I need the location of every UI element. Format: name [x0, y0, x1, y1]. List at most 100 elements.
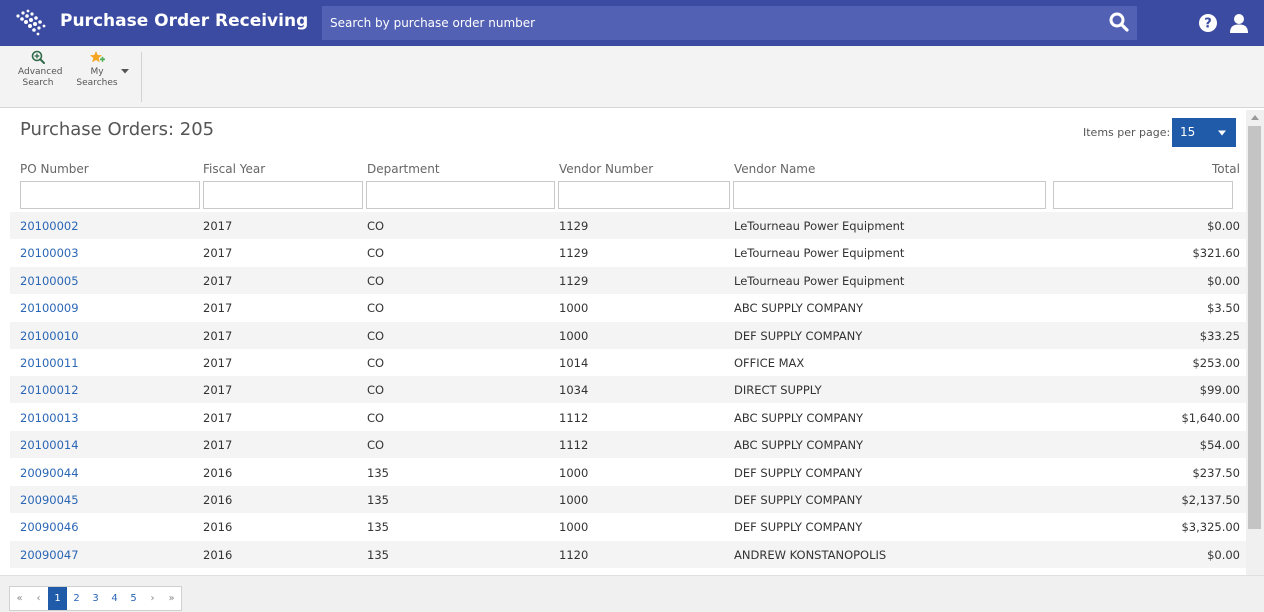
- po-number-link[interactable]: 20100014: [20, 438, 79, 452]
- search-icon[interactable]: [1107, 10, 1131, 34]
- vendor-number-cell: 1034: [559, 383, 589, 398]
- po-number-link[interactable]: 20090047: [20, 548, 79, 562]
- scroll-up-icon[interactable]: [1250, 113, 1260, 123]
- vendor-name-cell: ANDREW KONSTANOPOLIS: [734, 547, 887, 562]
- fiscal-year-cell: 2017: [203, 383, 233, 398]
- po-number-link[interactable]: 20100002: [20, 219, 79, 233]
- fiscal-year-cell: 2017: [203, 273, 233, 288]
- total-cell: $33.25: [1199, 328, 1240, 343]
- table-row: 20100003 2017 CO 1129 LeTourneau Power Equip…: [10, 239, 1246, 266]
- column-header-fiscal-year[interactable]: Fiscal Year: [203, 162, 265, 176]
- search-input[interactable]: Search by purchase order number: [322, 6, 1137, 40]
- svg-text:?: ?: [1204, 17, 1212, 32]
- po-number-link[interactable]: 20090044: [20, 466, 79, 480]
- column-header-vendor-number[interactable]: Vendor Number: [559, 162, 653, 176]
- filter-fiscal-year[interactable]: [203, 181, 363, 209]
- prev-page-button[interactable]: ‹: [29, 587, 48, 610]
- fiscal-year-cell: 2017: [203, 438, 233, 453]
- user-icon[interactable]: [1228, 12, 1250, 34]
- page-button-2[interactable]: 2: [67, 587, 86, 610]
- filter-vendor-number[interactable]: [558, 181, 730, 209]
- fiscal-year-cell: 2016: [203, 520, 233, 535]
- column-header-total[interactable]: Total: [1212, 162, 1240, 176]
- fiscal-year-cell: 2017: [203, 301, 233, 316]
- table-row: 20100002 2017 CO 1129 LeTourneau Power Equip…: [10, 212, 1246, 239]
- main-content: Purchase Orders: 205 Items per page: 15 …: [10, 110, 1246, 575]
- vendor-number-cell: 1120: [559, 547, 589, 562]
- vendor-number-cell: 1000: [559, 520, 589, 535]
- vendor-name-cell: DIRECT SUPPLY: [734, 383, 822, 398]
- po-number-link[interactable]: 20090045: [20, 493, 79, 507]
- department-cell: 135: [367, 520, 389, 535]
- filter-total[interactable]: [1053, 181, 1233, 209]
- total-cell: $2,137.50: [1181, 493, 1240, 507]
- vendor-number-cell: 1112: [559, 438, 589, 453]
- fiscal-year-cell: 2017: [203, 410, 233, 425]
- total-cell: $3.50: [1207, 301, 1240, 316]
- vendor-name-cell: DEF SUPPLY COMPANY: [734, 328, 863, 343]
- column-header-po-number[interactable]: PO Number: [20, 162, 89, 176]
- table-row: 20100013 2017 CO 1112 ABC SUPPLY COMPANY $1,6…: [10, 404, 1246, 431]
- vendor-name-cell: ABC SUPPLY COMPANY: [734, 438, 864, 453]
- filter-vendor-name[interactable]: [733, 181, 1046, 209]
- department-cell: CO: [367, 301, 385, 316]
- department-cell: CO: [367, 438, 385, 453]
- search-placeholder: Search by purchase order number: [330, 16, 536, 30]
- vendor-name-cell: LeTourneau Power Equipment: [734, 246, 905, 261]
- pagination-bar: « ‹ 1 2 3 4 5 › »: [0, 575, 1264, 612]
- vendor-number-cell: 1000: [559, 465, 589, 480]
- total-cell: $0.00: [1207, 273, 1240, 288]
- po-number-link[interactable]: 20100009: [20, 301, 79, 315]
- last-page-button[interactable]: »: [162, 587, 181, 610]
- po-number-link[interactable]: 20100005: [20, 274, 79, 288]
- po-number-link[interactable]: 20090046: [20, 520, 79, 534]
- department-cell: CO: [367, 219, 385, 233]
- po-number-link[interactable]: 20100012: [20, 383, 79, 397]
- po-number-link[interactable]: 20100011: [20, 356, 79, 370]
- help-icon[interactable]: ?: [1198, 13, 1218, 33]
- my-searches-button[interactable]: My Searches: [74, 50, 120, 89]
- page-button-4[interactable]: 4: [105, 587, 124, 610]
- po-number-link[interactable]: 20100013: [20, 411, 79, 425]
- page-button-5[interactable]: 5: [124, 587, 143, 610]
- column-header-department[interactable]: Department: [367, 162, 440, 176]
- filter-po-number[interactable]: [20, 181, 200, 209]
- star-add-icon: [90, 51, 105, 63]
- table-row: 20100014 2017 CO 1112 ABC SUPPLY COMPANY $54.…: [10, 431, 1246, 459]
- total-cell: $237.50: [1192, 465, 1240, 480]
- po-number-link[interactable]: 20100010: [20, 329, 79, 343]
- total-cell: $253.00: [1192, 356, 1240, 370]
- total-cell: $0.00: [1207, 219, 1240, 233]
- table-row: 20100011 2017 CO 1014 OFFICE MAX $253.00: [10, 349, 1246, 376]
- fiscal-year-cell: 2017: [203, 328, 233, 343]
- zoom-search-icon: [31, 50, 45, 64]
- column-header-vendor-name[interactable]: Vendor Name: [734, 162, 815, 176]
- po-number-link[interactable]: 20100003: [20, 246, 79, 260]
- table-row: 20100012 2017 CO 1034 DIRECT SUPPLY $99.00: [10, 376, 1246, 404]
- my-searches-label-2: Searches: [76, 78, 118, 88]
- advanced-search-label-1: Advanced: [18, 67, 63, 77]
- items-per-page-select[interactable]: 15: [1172, 118, 1236, 147]
- department-cell: CO: [367, 356, 385, 370]
- scrollbar-thumb[interactable]: [1248, 126, 1261, 529]
- vendor-name-cell: ABC SUPPLY COMPANY: [734, 301, 864, 316]
- next-page-button[interactable]: ›: [143, 587, 162, 610]
- page-button-3[interactable]: 3: [86, 587, 105, 610]
- department-cell: CO: [367, 273, 385, 288]
- chevron-down-icon[interactable]: [120, 66, 130, 76]
- department-cell: CO: [367, 246, 385, 261]
- table-row: 20090044 2016 135 1000 DEF SUPPLY COMPANY $23…: [10, 459, 1246, 486]
- vendor-number-cell: 1129: [559, 219, 589, 233]
- table-row: 20100010 2017 CO 1000 DEF SUPPLY COMPANY $33.…: [10, 321, 1246, 349]
- first-page-button[interactable]: «: [10, 587, 29, 610]
- items-per-page-label: Items per page:: [1083, 126, 1171, 139]
- advanced-search-button[interactable]: Advanced Search: [18, 50, 63, 89]
- app-window: Purchase Order Receiving Search by purch…: [0, 0, 1264, 612]
- filter-department[interactable]: [366, 181, 555, 209]
- total-cell: $1,640.00: [1181, 410, 1240, 425]
- page-button-1[interactable]: 1: [48, 587, 67, 610]
- table-row: 20090046 2016 135 1000 DEF SUPPLY COMPANY $3,…: [10, 513, 1246, 540]
- department-cell: CO: [367, 328, 385, 343]
- vendor-name-cell: LeTourneau Power Equipment: [734, 273, 905, 288]
- department-cell: CO: [367, 410, 385, 425]
